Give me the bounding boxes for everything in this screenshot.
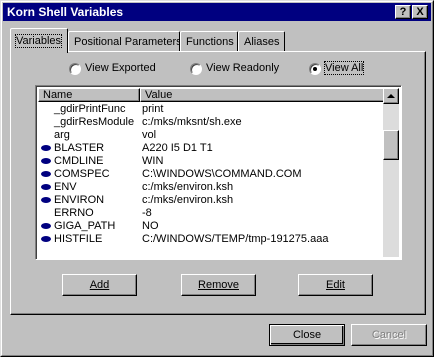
exported-bullet-icon: [41, 171, 51, 177]
scroll-up-button[interactable]: [383, 88, 399, 104]
list-item[interactable]: HISTFILE C:/WINDOWS/TEMP/tmp-191275.aaa: [38, 233, 385, 246]
view-exported-radio[interactable]: [69, 63, 81, 75]
view-readonly-radio[interactable]: [190, 63, 202, 75]
variable-name: GIGA_PATH: [54, 220, 116, 232]
variable-name: arg: [54, 129, 70, 141]
add-button[interactable]: Add: [62, 274, 137, 296]
list-item[interactable]: COMSPEC C:\WINDOWS\COMMAND.COM: [38, 168, 385, 181]
exported-bullet-icon: [41, 197, 51, 203]
view-readonly-label: View Readonly: [206, 62, 280, 74]
radio-selected-dot: [313, 67, 317, 71]
list-item[interactable]: _gdirPrintFunc print: [38, 103, 385, 116]
chevron-up-icon: [387, 94, 395, 98]
list-item[interactable]: _gdirResModule c:/mks/mksnt/sh.exe: [38, 116, 385, 129]
list-item[interactable]: arg vol: [38, 129, 385, 142]
tab-positional-parameters[interactable]: Positional Parameters: [68, 31, 182, 51]
title-bar[interactable]: Korn Shell Variables ? X: [3, 3, 431, 21]
exported-bullet-icon: [41, 158, 51, 164]
tab-label: Aliases: [244, 36, 280, 48]
variable-name: BLASTER: [54, 142, 105, 154]
variable-name: CMDLINE: [54, 155, 104, 167]
tab-label: Positional Parameters: [74, 36, 182, 48]
cancel-button[interactable]: Cancel: [351, 324, 427, 346]
tab-label: Variables: [14, 34, 63, 48]
vertical-scrollbar[interactable]: [383, 88, 399, 257]
variable-name: HISTFILE: [54, 233, 103, 245]
tab-label: Functions: [186, 36, 234, 48]
list-item[interactable]: ENVIRON c:/mks/environ.ksh: [38, 194, 385, 207]
close-window-button[interactable]: X: [412, 5, 428, 19]
list-item[interactable]: CMDLINE WIN: [38, 155, 385, 168]
help-button[interactable]: ?: [395, 5, 411, 19]
variable-value: -8: [142, 207, 152, 219]
variable-name: COMSPEC: [54, 168, 110, 180]
dialog-window: Korn Shell Variables ? X Variables Posit…: [0, 0, 434, 357]
variable-value: vol: [142, 129, 157, 141]
variable-name: ENV: [54, 181, 77, 193]
list-header: Name Value: [38, 88, 385, 102]
variable-value: C:\WINDOWS\COMMAND.COM: [142, 168, 302, 180]
variable-name: _gdirPrintFunc: [54, 103, 126, 115]
remove-button-label: Remove: [198, 279, 239, 291]
scroll-thumb[interactable]: [383, 130, 399, 160]
variable-value: WIN: [142, 155, 164, 167]
edit-button[interactable]: Edit: [298, 274, 373, 296]
variable-name: ENVIRON: [54, 194, 105, 206]
list-item[interactable]: BLASTER A220 I5 D1 T1: [38, 142, 385, 155]
variable-name: _gdirResModule: [54, 116, 135, 128]
tab-functions[interactable]: Functions: [180, 31, 238, 51]
variable-value: A220 I5 D1 T1: [142, 142, 213, 154]
window-title: Korn Shell Variables: [7, 5, 124, 19]
add-button-label: Add: [89, 279, 110, 291]
view-all-radio[interactable]: [309, 63, 321, 75]
exported-bullet-icon: [41, 236, 51, 242]
variables-list[interactable]: Name Value _gdirPrintFunc print _gdirResMo…: [35, 85, 402, 260]
edit-button-label: Edit: [326, 279, 345, 291]
exported-bullet-icon: [41, 184, 51, 190]
tab-aliases[interactable]: Aliases: [238, 31, 285, 51]
view-all-label: View All: [323, 61, 365, 75]
exported-bullet-icon: [41, 223, 51, 229]
tab-variables[interactable]: Variables: [10, 28, 68, 53]
variable-value: c:/mks/environ.ksh: [142, 194, 234, 206]
column-header-name[interactable]: Name: [38, 88, 140, 102]
variable-value: C:/WINDOWS/TEMP/tmp-191275.aaa: [142, 233, 329, 245]
variable-value: c:/mks/mksnt/sh.exe: [142, 116, 242, 128]
column-header-value[interactable]: Value: [140, 88, 385, 102]
remove-button[interactable]: Remove: [181, 274, 256, 296]
list-item[interactable]: GIGA_PATH NO: [38, 220, 385, 233]
list-rows: _gdirPrintFunc print _gdirResModule c:/mks/…: [38, 103, 385, 246]
variable-value: c:/mks/environ.ksh: [142, 181, 234, 193]
variable-value: NO: [142, 220, 159, 232]
close-button[interactable]: Close: [269, 324, 345, 346]
view-exported-label: View Exported: [85, 62, 156, 74]
variable-value: print: [142, 103, 164, 115]
list-item[interactable]: ERRNO -8: [38, 207, 385, 220]
list-item[interactable]: ENV c:/mks/environ.ksh: [38, 181, 385, 194]
exported-bullet-icon: [41, 145, 51, 151]
variable-name: ERRNO: [54, 207, 94, 219]
